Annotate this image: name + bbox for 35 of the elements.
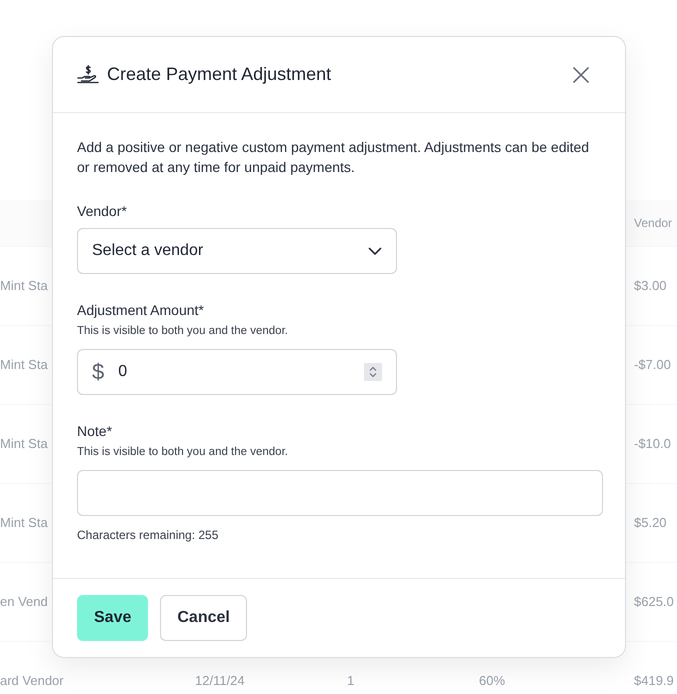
table-cell: 60% <box>479 673 506 688</box>
note-field[interactable] <box>77 470 603 516</box>
field-hint: This is visible to both you and the vendor. <box>77 446 289 458</box>
stepper-icon[interactable] <box>364 363 382 381</box>
field-label: Note* <box>77 423 114 439</box>
cancel-button[interactable]: Cancel <box>160 595 247 641</box>
currency-symbol: $ <box>92 359 104 385</box>
chevron-icon <box>368 246 382 256</box>
table-cell: 1 <box>347 673 354 688</box>
dialog-title: Create Payment Adjustment <box>107 64 332 85</box>
vendor-select[interactable]: Select a vendor <box>77 228 397 274</box>
table-cell: 12/11/24 <box>195 673 245 688</box>
dialog-description: Add a positive or negative custom payment adjustment. Adjustments can be edited or removed at any time for unpaid payments. <box>77 138 590 177</box>
table-cell: Mint Sta <box>0 357 48 372</box>
table-cell: -$10.0 <box>634 436 671 451</box>
table-cell: Mint Sta <box>0 278 48 293</box>
table-cell: ard Vendor <box>0 673 64 688</box>
table-cell: en Vend <box>0 594 48 609</box>
field-label: Vendor* <box>77 203 128 219</box>
save-button[interactable]: Save <box>77 595 148 641</box>
amount-field[interactable]: $ 0 <box>77 349 397 395</box>
column-header: Vendor <box>634 216 672 230</box>
table-cell: $419.9 <box>634 673 674 688</box>
table-cell: Mint Sta <box>0 436 48 451</box>
character-counter: Characters remaining: 255 <box>77 528 218 542</box>
field-hint: This is visible to both you and the vendor. <box>77 325 289 337</box>
table-cell: -$7.00 <box>634 357 671 372</box>
close-icon[interactable] <box>571 64 591 84</box>
table-cell: Mint Sta <box>0 515 48 530</box>
table-cell: $3.00 <box>634 278 667 293</box>
field-label: Adjustment Amount* <box>77 302 205 318</box>
table-cell: $625.0 <box>634 594 674 609</box>
amount-input[interactable]: 0 <box>118 363 350 381</box>
table-cell: $5.20 <box>634 515 667 530</box>
hand-dollar-icon <box>77 64 99 84</box>
